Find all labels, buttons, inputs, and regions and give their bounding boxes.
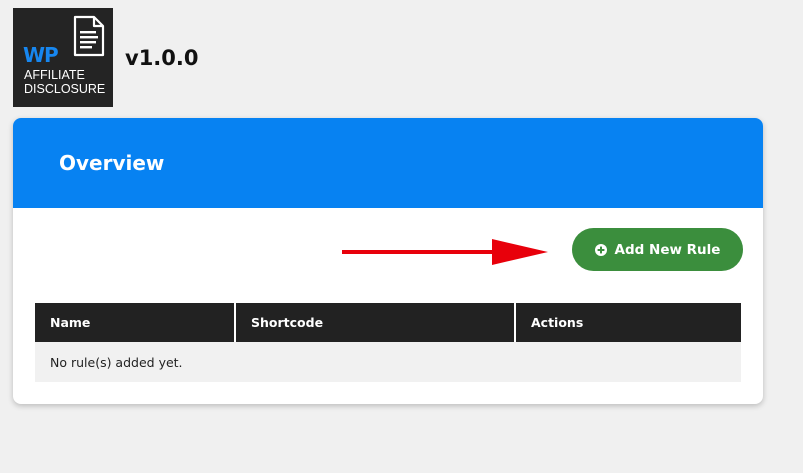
card-header: Overview: [13, 118, 763, 208]
logo-brand-text: WP: [23, 43, 59, 67]
table-header-row: Name Shortcode Actions: [35, 303, 741, 342]
column-header-actions: Actions: [514, 303, 741, 342]
column-header-shortcode: Shortcode: [234, 303, 515, 342]
add-new-rule-button[interactable]: Add New Rule: [572, 228, 743, 271]
column-header-name: Name: [35, 303, 235, 342]
empty-table-message: No rule(s) added yet.: [35, 342, 741, 382]
card-title: Overview: [59, 151, 165, 175]
document-icon: [73, 15, 105, 57]
logo-line-disclosure: DISCLOSURE: [24, 82, 106, 96]
pointer-arrow-icon: [342, 239, 548, 265]
plus-circle-icon: [594, 243, 607, 256]
logo-line-affiliate: AFFILIATE: [24, 68, 85, 82]
overview-card: Overview Add New Rule Name Shortcode Act…: [13, 118, 763, 404]
rules-table: Name Shortcode Actions No rule(s) added …: [35, 303, 741, 382]
plugin-logo: WP AFFILIATE DISCLOSURE: [13, 8, 113, 107]
version-label: v1.0.0: [125, 46, 199, 70]
table-row: No rule(s) added yet.: [35, 342, 741, 382]
add-new-rule-label: Add New Rule: [614, 241, 721, 258]
